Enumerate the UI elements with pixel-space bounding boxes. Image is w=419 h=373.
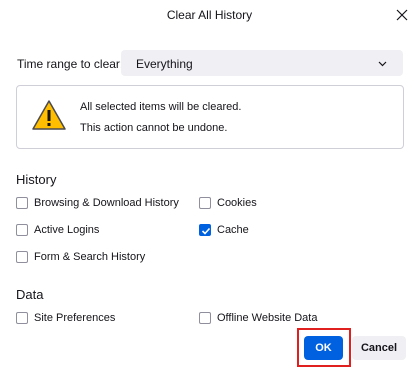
checkbox-cookies[interactable]: Cookies	[199, 197, 257, 209]
close-button[interactable]	[389, 3, 415, 27]
warning-icon	[32, 100, 66, 130]
checkbox-active-logins[interactable]: Active Logins	[16, 224, 99, 236]
checkbox-label: Active Logins	[34, 224, 100, 236]
checkbox-box-checked[interactable]	[199, 224, 211, 236]
checkbox-box[interactable]	[16, 251, 28, 263]
checkmark-icon	[201, 227, 211, 235]
checkbox-site-preferences[interactable]: Site Preferences	[16, 312, 115, 324]
chevron-down-icon	[378, 61, 387, 67]
checkbox-box[interactable]	[199, 312, 211, 324]
checkbox-label: Offline Website Data	[217, 312, 318, 324]
checkbox-label: Form & Search History	[34, 251, 146, 263]
data-heading: Data	[16, 287, 44, 302]
dialog-title: Clear All History	[166, 8, 253, 22]
checkbox-box[interactable]	[16, 224, 28, 236]
checkbox-box[interactable]	[16, 312, 28, 324]
close-icon	[396, 9, 408, 21]
time-range-value: Everything	[136, 57, 193, 71]
history-heading: History	[16, 172, 57, 187]
checkbox-label: Site Preferences	[34, 312, 116, 324]
checkbox-offline-website-data[interactable]: Offline Website Data	[199, 312, 317, 324]
warning-box: All selected items will be cleared. This…	[16, 85, 404, 149]
checkbox-label: Cache	[217, 224, 249, 236]
checkbox-form-search-history[interactable]: Form & Search History	[16, 251, 145, 263]
checkbox-browsing-download-history[interactable]: Browsing & Download History	[16, 197, 179, 209]
checkbox-box[interactable]	[16, 197, 28, 209]
checkbox-cache[interactable]: Cache	[199, 224, 249, 236]
cancel-button[interactable]: Cancel	[352, 336, 406, 360]
warning-text-line1: All selected items will be cleared.	[80, 101, 242, 113]
checkbox-box[interactable]	[199, 197, 211, 209]
checkbox-label: Cookies	[217, 197, 257, 209]
warning-text-line2: This action cannot be undone.	[80, 122, 228, 134]
checkbox-label: Browsing & Download History	[34, 197, 179, 209]
time-range-select[interactable]: Everything	[121, 50, 403, 76]
time-range-label: Time range to clear:	[17, 57, 124, 71]
title-bar: Clear All History	[0, 0, 419, 30]
highlight-box	[297, 328, 351, 367]
